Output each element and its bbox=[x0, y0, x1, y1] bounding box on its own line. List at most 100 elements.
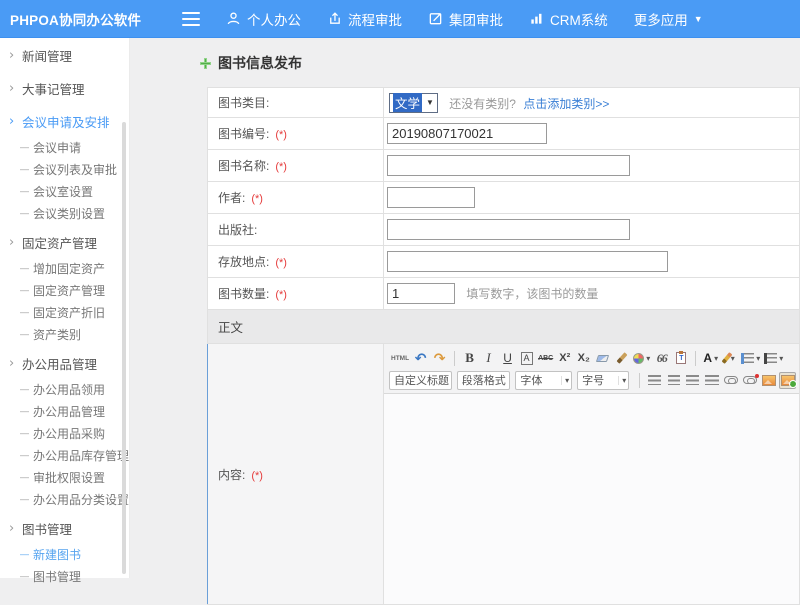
redo-icon[interactable]: ↷ bbox=[431, 350, 448, 367]
nav-personal-office[interactable]: 个人办公 bbox=[226, 9, 301, 29]
category-select[interactable]: 文学 ▼ bbox=[389, 93, 438, 113]
align-center-icon[interactable] bbox=[665, 372, 682, 389]
category-select-value: 文学 bbox=[393, 93, 422, 112]
ordered-list-icon[interactable]: ▾ bbox=[740, 350, 761, 367]
sidebar-item[interactable]: 新建图书 bbox=[0, 543, 129, 565]
dash-icon bbox=[20, 329, 33, 339]
book-no-input[interactable] bbox=[387, 123, 547, 144]
sidebar-item-label: 办公用品领用 bbox=[33, 381, 105, 398]
format-brush-icon[interactable] bbox=[613, 350, 630, 367]
sidebar-item-label: 办公用品采购 bbox=[33, 425, 105, 442]
blockquote-icon[interactable]: 66 bbox=[653, 350, 670, 367]
top-nav: 个人办公 流程审批 集团审批 CRM系统 更多应用 ▼ bbox=[226, 9, 729, 29]
quantity-input[interactable] bbox=[387, 283, 455, 304]
font-family-select[interactable]: 字体▾ bbox=[515, 371, 572, 390]
sidebar-section[interactable]: 图书管理 bbox=[0, 514, 129, 543]
sidebar-section[interactable]: 大事记管理 bbox=[0, 74, 129, 103]
required-mark: (*) bbox=[275, 129, 287, 141]
undo-icon[interactable]: ↶ bbox=[412, 350, 429, 367]
sidebar-item[interactable]: 图书管理 bbox=[0, 565, 129, 587]
sidebar-section[interactable]: 固定资产管理 bbox=[0, 228, 129, 257]
form-row-location: 存放地点:(*) bbox=[208, 246, 800, 278]
form-section-body: 正文 bbox=[208, 310, 800, 344]
align-justify-icon[interactable] bbox=[703, 372, 720, 389]
book-name-input[interactable] bbox=[387, 155, 630, 176]
sidebar-item-label: 固定资产管理 bbox=[33, 282, 105, 299]
sidebar-item-label: 审批权限设置 bbox=[33, 469, 105, 486]
sidebar-item[interactable]: 会议列表及审批 bbox=[0, 158, 129, 180]
image-icon[interactable] bbox=[760, 372, 777, 389]
quantity-hint: 填写数字，该图书的数量 bbox=[466, 287, 598, 301]
underline-icon[interactable]: U bbox=[499, 350, 516, 367]
superscript-icon[interactable]: X² bbox=[556, 350, 573, 367]
strikethrough-icon[interactable]: ABC bbox=[537, 350, 554, 367]
italic-icon[interactable]: I bbox=[480, 350, 497, 367]
link-icon[interactable] bbox=[722, 372, 739, 389]
paste-icon[interactable] bbox=[672, 350, 689, 367]
form-row-category: 图书类目: 文学 ▼ 还没有类别? 点击添加类别>> bbox=[208, 88, 800, 118]
toolbar-separator bbox=[695, 351, 696, 366]
editor-toolbar-row2: 自定义标题▾ 段落格式▾字体▾ 字号▾ bbox=[389, 369, 797, 391]
author-input[interactable] bbox=[387, 187, 475, 208]
font-size-select[interactable]: 字号▾ bbox=[577, 371, 629, 390]
sidebar-item[interactable]: 会议类别设置 bbox=[0, 202, 129, 224]
dropdown-label: 字体 bbox=[520, 372, 542, 388]
align-right-icon[interactable] bbox=[684, 372, 701, 389]
nav-more-apps[interactable]: 更多应用 ▼ bbox=[634, 9, 703, 29]
page-title: 图书信息发布 bbox=[200, 52, 800, 74]
sidebar-item[interactable]: 办公用品领用 bbox=[0, 378, 129, 400]
chevron-right-icon bbox=[9, 81, 22, 96]
sidebar-item-label: 办公用品管理 bbox=[33, 403, 105, 420]
caret-down-icon: ▾ bbox=[756, 354, 760, 363]
location-input[interactable] bbox=[387, 251, 668, 272]
eraser-icon[interactable] bbox=[594, 350, 611, 367]
nav-crm-system[interactable]: CRM系统 bbox=[529, 9, 608, 29]
sidebar-item-label: 新闻管理 bbox=[22, 46, 72, 65]
editor-content-area[interactable] bbox=[384, 394, 799, 604]
subscript-icon[interactable]: X₂ bbox=[575, 350, 592, 367]
dash-icon bbox=[20, 406, 33, 416]
add-category-link[interactable]: 点击添加类别>> bbox=[523, 97, 609, 111]
form-row-quantity: 图书数量:(*) 填写数字，该图书的数量 bbox=[208, 278, 800, 310]
dash-icon bbox=[20, 164, 33, 174]
dash-icon bbox=[20, 549, 33, 559]
sidebar-section[interactable]: 办公用品管理 bbox=[0, 349, 129, 378]
required-mark: (*) bbox=[251, 193, 263, 205]
custom-title-select[interactable]: 自定义标题▾ bbox=[389, 371, 452, 390]
sidebar-item[interactable]: 审批权限设置 bbox=[0, 466, 129, 488]
sidebar-section[interactable]: 新闻管理 bbox=[0, 41, 129, 70]
align-left-icon[interactable] bbox=[646, 372, 663, 389]
sidebar-item[interactable]: 办公用品库存管理 bbox=[0, 444, 129, 466]
form-row-content: 内容:(*) HTML↶↷BIUAABCX²X₂▾66A▾▾▾▾ 自定义标题▾段… bbox=[208, 344, 800, 605]
html-source-icon[interactable]: HTML bbox=[390, 350, 410, 367]
insert-image-icon[interactable] bbox=[779, 372, 796, 389]
sidebar-item-label: 图书管理 bbox=[22, 519, 72, 538]
nav-group-approval[interactable]: 集团审批 bbox=[428, 9, 503, 29]
font-border-icon[interactable]: A bbox=[518, 350, 535, 367]
sidebar-scrollbar[interactable] bbox=[122, 122, 126, 574]
nav-process-approval[interactable]: 流程审批 bbox=[327, 9, 402, 29]
publisher-input[interactable] bbox=[387, 219, 630, 240]
required-mark: (*) bbox=[275, 161, 287, 173]
dash-icon bbox=[20, 307, 33, 317]
chevron-right-icon bbox=[9, 521, 22, 536]
sidebar-item[interactable]: 办公用品管理 bbox=[0, 400, 129, 422]
unordered-list-icon[interactable]: ▾ bbox=[763, 350, 784, 367]
user-icon bbox=[226, 11, 241, 26]
hamburger-menu-icon[interactable] bbox=[182, 12, 200, 26]
palette-icon[interactable]: ▾ bbox=[632, 350, 651, 367]
sidebar-item[interactable]: 增加固定资产 bbox=[0, 257, 129, 279]
unlink-icon[interactable] bbox=[741, 372, 758, 389]
paragraph-format-select[interactable]: 段落格式▾ bbox=[457, 371, 511, 390]
sidebar-item[interactable]: 资产类别 bbox=[0, 323, 129, 345]
sidebar-item[interactable]: 办公用品分类设置 bbox=[0, 488, 129, 510]
highlight-pen-icon[interactable]: ▾ bbox=[721, 350, 738, 367]
sidebar-item[interactable]: 办公用品采购 bbox=[0, 422, 129, 444]
sidebar-item[interactable]: 固定资产管理 bbox=[0, 279, 129, 301]
sidebar-section[interactable]: 会议申请及安排 bbox=[0, 107, 129, 136]
sidebar-item[interactable]: 会议申请 bbox=[0, 136, 129, 158]
font-color-icon[interactable]: A▾ bbox=[702, 350, 719, 367]
sidebar-item[interactable]: 固定资产折旧 bbox=[0, 301, 129, 323]
sidebar-item[interactable]: 会议室设置 bbox=[0, 180, 129, 202]
bold-icon[interactable]: B bbox=[461, 350, 478, 367]
